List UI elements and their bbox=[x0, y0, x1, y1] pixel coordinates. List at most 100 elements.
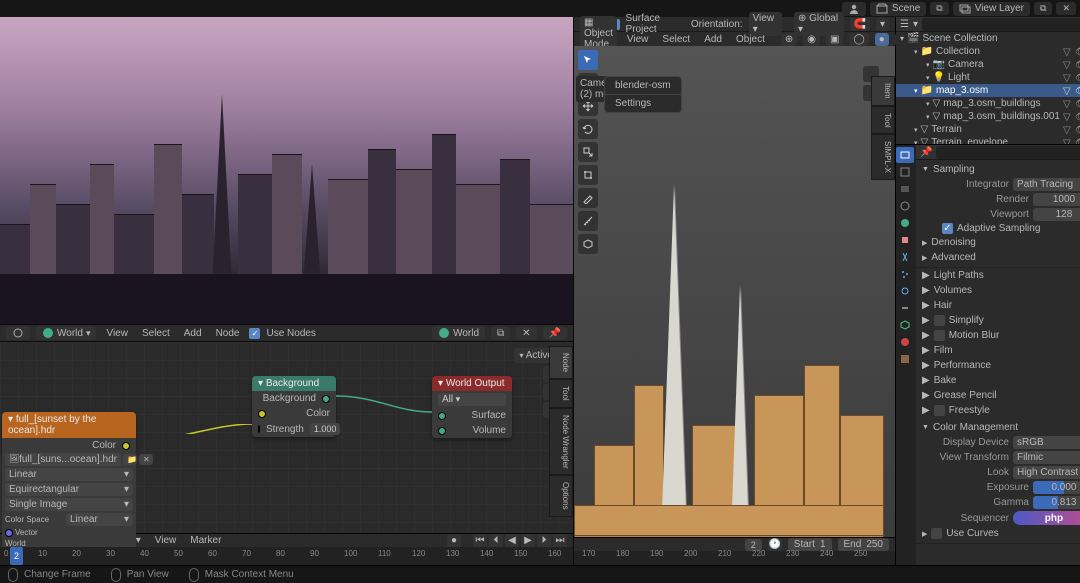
use-nodes-checkbox[interactable]: ✓ bbox=[249, 328, 260, 339]
shader-tab-nodewrangler[interactable]: Node Wrangler bbox=[549, 408, 573, 476]
play-reverse-button[interactable]: ◀ bbox=[505, 534, 519, 548]
context-menu-item[interactable]: Settings bbox=[605, 95, 681, 112]
outliner-search[interactable] bbox=[922, 18, 1080, 31]
viewport-menu-add[interactable]: Add bbox=[700, 34, 726, 45]
shader-tab-node[interactable]: Node bbox=[549, 346, 573, 379]
view-transform-dropdown[interactable]: Filmic▾ bbox=[1013, 451, 1080, 464]
properties-tab-modifiers[interactable] bbox=[896, 249, 914, 265]
playhead[interactable]: 2 bbox=[10, 547, 23, 565]
usecurves-checkbox[interactable] bbox=[931, 528, 942, 539]
timeline-track[interactable]: 2 bbox=[0, 547, 573, 565]
tool-select[interactable] bbox=[578, 50, 598, 70]
motionblur-checkbox[interactable] bbox=[934, 330, 945, 341]
socket-strength-in[interactable] bbox=[258, 425, 260, 433]
exposure-field[interactable]: 0.000 bbox=[1033, 481, 1080, 494]
shader-tab-options[interactable]: Options bbox=[549, 475, 573, 517]
tool-measure[interactable] bbox=[578, 211, 598, 231]
properties-tab-scene[interactable] bbox=[896, 198, 914, 214]
section-volumes[interactable]: ▶Volumes bbox=[916, 283, 1080, 298]
preview-range-button[interactable]: 🕐 bbox=[768, 538, 782, 552]
section-denoising[interactable]: ▶Denoising bbox=[922, 235, 1080, 250]
target-dropdown[interactable]: All ▾ bbox=[438, 393, 506, 406]
viewport-samples-field[interactable]: 128 bbox=[1033, 208, 1080, 221]
tool-transform[interactable] bbox=[578, 165, 598, 185]
timeline-menu-view[interactable]: View bbox=[151, 535, 181, 546]
section-motionblur[interactable]: ▶Motion Blur bbox=[916, 328, 1080, 343]
properties-tab-viewlayer[interactable] bbox=[896, 181, 914, 197]
shader-type-dropdown[interactable]: World ▾ bbox=[36, 326, 96, 340]
timeline-track-ext[interactable] bbox=[574, 551, 895, 565]
timeline-menu-marker[interactable]: Marker bbox=[186, 535, 225, 546]
node-header[interactable]: ▾ Background bbox=[252, 376, 336, 391]
shader-menu-view[interactable]: View bbox=[102, 328, 132, 339]
gizmo-button[interactable]: ⊕ bbox=[781, 33, 797, 46]
gamma-field[interactable]: 0.813 bbox=[1033, 496, 1080, 509]
image-browse-button[interactable]: 📁 bbox=[123, 454, 137, 465]
look-dropdown[interactable]: High Contrast▾ bbox=[1013, 466, 1080, 479]
3d-viewport[interactable]: Camer(2) me blender-osm Settings Item To… bbox=[574, 46, 895, 565]
viewport-tab-smplx[interactable]: SIMPL-X bbox=[871, 134, 895, 180]
socket-volume-in[interactable] bbox=[438, 427, 446, 435]
image-file-field[interactable]: 🖼 full_[suns...ocean].hdr bbox=[5, 453, 121, 466]
current-frame-field[interactable]: 2 bbox=[745, 539, 762, 551]
source-dropdown[interactable]: Single Image▾ bbox=[5, 498, 133, 511]
outliner-row[interactable]: ▾▽Terrain▽👁📷 bbox=[896, 123, 1080, 136]
shading-wireframe-button[interactable]: ◯ bbox=[849, 33, 868, 46]
outliner-row[interactable]: ▾📁map_3.osm▽👁📷 bbox=[896, 84, 1080, 97]
outliner-row[interactable]: ▾▽map_3.osm_buildings.001▽👁📷 bbox=[896, 110, 1080, 123]
viewport-menu-view[interactable]: View bbox=[623, 34, 653, 45]
viewport-menu-select[interactable]: Select bbox=[658, 34, 694, 45]
snap-options-dropdown[interactable]: ▾ bbox=[876, 18, 889, 31]
shader-menu-select[interactable]: Select bbox=[138, 328, 174, 339]
overlay-button[interactable]: ◉ bbox=[803, 33, 820, 46]
pin-button[interactable]: 📌 bbox=[543, 327, 567, 340]
section-simplify[interactable]: ▶Simplify bbox=[916, 313, 1080, 328]
shading-solid-button[interactable]: ● bbox=[875, 33, 889, 46]
section-film[interactable]: ▶Film bbox=[916, 343, 1080, 358]
viewlayer-selector[interactable]: View Layer bbox=[953, 2, 1030, 16]
interpolation-dropdown[interactable]: Linear▾ bbox=[5, 468, 133, 481]
section-hair[interactable]: ▶Hair bbox=[916, 298, 1080, 313]
integrator-dropdown[interactable]: Path Tracing▾ bbox=[1013, 178, 1080, 191]
render-samples-field[interactable]: 1000 bbox=[1033, 193, 1080, 206]
snap-button[interactable]: 🧲 bbox=[850, 18, 870, 31]
new-viewlayer-button[interactable]: ⧉ bbox=[1034, 2, 1052, 15]
scene-selector[interactable]: Scene bbox=[870, 2, 926, 16]
viewport-tab-tool[interactable]: Tool bbox=[871, 106, 895, 135]
properties-tab-physics[interactable] bbox=[896, 283, 914, 299]
properties-tab-data[interactable] bbox=[896, 317, 914, 333]
section-usecurves[interactable]: ▶Use Curves bbox=[922, 526, 1080, 541]
node-world-output[interactable]: ▾ World Output All ▾ Surface Volume bbox=[432, 376, 512, 438]
properties-tab-material[interactable] bbox=[896, 334, 914, 350]
socket-color-in[interactable] bbox=[258, 410, 266, 418]
context-menu-item[interactable]: blender-osm bbox=[605, 77, 681, 95]
projection-dropdown[interactable]: Equirectangular▾ bbox=[5, 483, 133, 496]
orientation-dropdown[interactable]: View ▾ bbox=[749, 12, 782, 36]
properties-search[interactable] bbox=[936, 146, 1080, 159]
socket-background-out[interactable] bbox=[322, 395, 330, 403]
outliner-display-mode[interactable]: ▾ bbox=[913, 19, 918, 30]
end-frame-field[interactable]: End 250 bbox=[838, 538, 890, 551]
display-device-dropdown[interactable]: sRGB▾ bbox=[1013, 436, 1080, 449]
node-header[interactable]: ▾ World Output bbox=[432, 376, 512, 391]
socket-surface-in[interactable] bbox=[438, 412, 446, 420]
world-datablock[interactable]: World bbox=[432, 326, 485, 340]
user-icon[interactable] bbox=[842, 2, 866, 16]
play-button[interactable]: ▶ bbox=[521, 534, 535, 548]
outliner-row[interactable]: ▾💡Light▽👁📷 bbox=[896, 71, 1080, 84]
section-sampling[interactable]: ▼Sampling☰ bbox=[922, 162, 1080, 177]
world-new-button[interactable]: ⧉ bbox=[491, 327, 510, 340]
adaptive-sampling-checkbox[interactable]: ✓ bbox=[942, 223, 953, 234]
node-environment-texture[interactable]: ▾ full_[sunset by the ocean].hdr Color bbox=[2, 412, 136, 453]
keyframe-next-button[interactable]: ⏵ bbox=[537, 534, 551, 548]
properties-tab-particles[interactable] bbox=[896, 266, 914, 282]
section-freestyle[interactable]: ▶Freestyle bbox=[916, 403, 1080, 418]
outliner-row[interactable]: ▾📷Camera▽👁📷 bbox=[896, 58, 1080, 71]
viewport-menu-object[interactable]: Object bbox=[732, 34, 769, 45]
strength-field[interactable]: 1.000 bbox=[310, 423, 341, 435]
socket-color-out[interactable] bbox=[122, 442, 130, 450]
tool-scale[interactable] bbox=[578, 142, 598, 162]
tool-annotate[interactable] bbox=[578, 188, 598, 208]
section-lightpaths[interactable]: ▶Light Paths☰ bbox=[916, 268, 1080, 283]
xray-button[interactable]: ▣ bbox=[826, 33, 843, 46]
